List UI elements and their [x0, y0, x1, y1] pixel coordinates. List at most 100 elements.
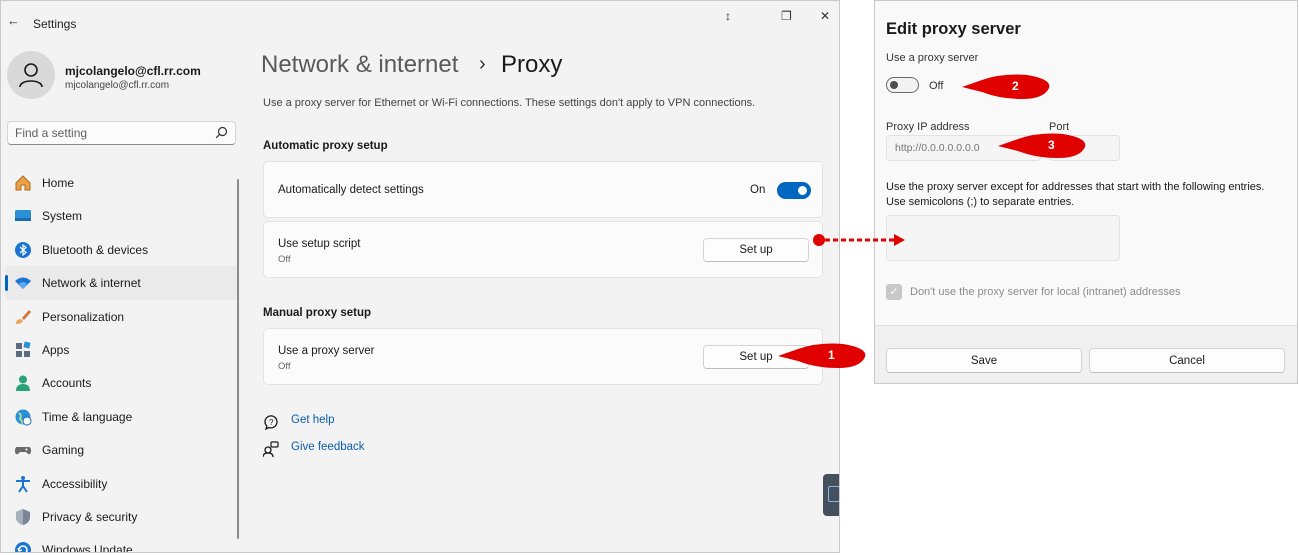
exceptions-textarea[interactable]: [886, 215, 1120, 261]
bluetooth-icon: [15, 241, 31, 258]
sidebar-item-apps[interactable]: Apps: [5, 333, 238, 366]
dialog-title: Edit proxy server: [886, 20, 1021, 38]
sidebar-item-label: Gaming: [42, 443, 85, 458]
detect-settings-toggle[interactable]: [777, 182, 811, 199]
widget-glyph: [828, 486, 839, 502]
exceptions-instructions-2: Use semicolons (;) to separate entries.: [886, 196, 1075, 208]
callout-number: 3: [1048, 138, 1055, 152]
dialog-footer: Save Cancel: [875, 325, 1297, 383]
proxy-server-status: Off: [278, 361, 291, 372]
sidebar-item-label: Apps: [42, 342, 70, 357]
sidebar-item-label: Accounts: [42, 376, 92, 391]
sidebar-item-label: Bluetooth & devices: [42, 242, 149, 257]
use-proxy-toggle[interactable]: [886, 77, 919, 93]
detect-settings-card: Automatically detect settings On: [263, 161, 823, 218]
active-indicator: [5, 275, 8, 292]
cancel-button[interactable]: Cancel: [1089, 348, 1285, 373]
resize-icon[interactable]: ↕: [725, 9, 731, 23]
apps-icon: [16, 341, 31, 357]
account-email: mjcolangelo@cfl.rr.com: [65, 80, 170, 91]
setup-script-card: Use setup script Off Set up: [263, 221, 823, 278]
search-input[interactable]: [8, 122, 222, 144]
sidebar-item-windows-update[interactable]: Windows Update: [5, 533, 238, 553]
sidebar-item-label: Time & language: [42, 409, 133, 424]
brush-icon: [16, 309, 31, 324]
toggle-knob: [890, 81, 898, 89]
feedback-icon: [263, 441, 279, 457]
accounts-icon: [16, 375, 30, 392]
section-heading-automatic: Automatic proxy setup: [263, 140, 388, 152]
shield-icon: [16, 508, 30, 525]
sidebar-item-gaming[interactable]: Gaming: [5, 433, 238, 466]
exceptions-instructions-1: Use the proxy server except for addresse…: [886, 181, 1265, 193]
sidebar-item-label: Privacy & security: [42, 509, 138, 524]
back-button[interactable]: ←: [7, 13, 20, 28]
sidebar-item-time-language[interactable]: Time & language: [5, 400, 238, 433]
user-icon: [19, 63, 43, 88]
callout-number: 2: [1012, 79, 1019, 93]
sidebar-item-accessibility[interactable]: Accessibility: [5, 467, 238, 500]
sidebar-item-personalization[interactable]: Personalization: [5, 300, 238, 333]
breadcrumb-parent[interactable]: Network & internet: [261, 51, 458, 79]
search-icon[interactable]: [215, 126, 228, 139]
sidebar-item-home[interactable]: Home: [5, 166, 238, 199]
local-addresses-checkbox[interactable]: ✓: [886, 284, 902, 300]
title-bar: ← Settings ↕ ❐ ✕: [1, 1, 839, 41]
local-addresses-label: Don't use the proxy server for local (in…: [910, 286, 1181, 298]
widget-peek-icon[interactable]: [823, 474, 839, 516]
setup-script-status: Off: [278, 254, 291, 265]
sidebar-item-label: Personalization: [42, 309, 125, 324]
callout-3: 3: [998, 132, 1090, 165]
home-icon: [15, 175, 31, 191]
sidebar-item-label: System: [42, 209, 83, 224]
sidebar-item-system[interactable]: System: [5, 199, 238, 232]
sidebar-item-label: Network & internet: [42, 276, 141, 291]
gamepad-icon: [15, 447, 31, 455]
setup-script-label: Use setup script: [278, 238, 361, 250]
sidebar-item-label: Home: [42, 176, 75, 190]
sidebar-item-bluetooth[interactable]: Bluetooth & devices: [5, 233, 238, 266]
page-title: Proxy: [501, 51, 563, 78]
sidebar-item-privacy-security[interactable]: Privacy & security: [5, 500, 238, 533]
proxy-ip-label: Proxy IP address: [886, 121, 970, 133]
use-proxy-label: Use a proxy server: [886, 52, 979, 64]
account-name: mjcolangelo@cfl.rr.com: [65, 64, 201, 78]
get-help-link[interactable]: Get help: [291, 414, 334, 426]
sidebar-item-accounts[interactable]: Accounts: [5, 366, 238, 399]
detect-toggle-state: On: [750, 184, 766, 196]
sidebar: mjcolangelo@cfl.rr.com mjcolangelo@cfl.r…: [1, 41, 241, 553]
callout-number: 1: [828, 348, 835, 362]
svg-text:?: ?: [269, 418, 274, 427]
update-icon: [15, 542, 31, 552]
setup-script-button[interactable]: Set up: [703, 238, 809, 262]
sidebar-item-label: Accessibility: [42, 476, 108, 491]
edit-proxy-dialog: Edit proxy server Use a proxy server Off…: [874, 0, 1298, 384]
proxy-server-card: Use a proxy server Off Set up: [263, 328, 823, 385]
avatar[interactable]: [7, 51, 55, 99]
main-content: Network & internet › Proxy Use a proxy s…: [261, 41, 839, 552]
maximize-button[interactable]: ❐: [781, 9, 792, 23]
give-feedback-link[interactable]: Give feedback: [291, 441, 365, 453]
page-description: Use a proxy server for Ethernet or Wi-Fi…: [263, 97, 756, 109]
use-proxy-state: Off: [929, 80, 944, 92]
callout-1: 1: [778, 342, 870, 375]
sidebar-item-network[interactable]: Network & internet: [5, 266, 238, 300]
dashed-arrow-annotation: [813, 234, 905, 246]
detect-settings-label: Automatically detect settings: [278, 184, 424, 196]
sidebar-scrollbar[interactable]: [237, 179, 239, 539]
settings-window: ← Settings ↕ ❐ ✕ mjcolangelo@cfl.rr.com …: [0, 0, 840, 553]
proxy-server-label: Use a proxy server: [278, 345, 375, 357]
section-heading-manual: Manual proxy setup: [263, 307, 371, 319]
callout-2: 2: [962, 73, 1054, 106]
globe-icon: [15, 409, 32, 426]
save-button[interactable]: Save: [886, 348, 1082, 373]
help-icon: ?: [264, 415, 278, 430]
wifi-icon: [15, 277, 31, 290]
sidebar-nav: Home System Bluetooth & devices Network …: [5, 166, 238, 553]
system-icon: [15, 210, 31, 222]
search-box: [7, 121, 236, 145]
breadcrumb-separator-icon: ›: [479, 53, 486, 75]
sidebar-item-label: Windows Update: [42, 543, 133, 553]
toggle-knob: [798, 186, 807, 195]
close-button[interactable]: ✕: [820, 9, 830, 23]
